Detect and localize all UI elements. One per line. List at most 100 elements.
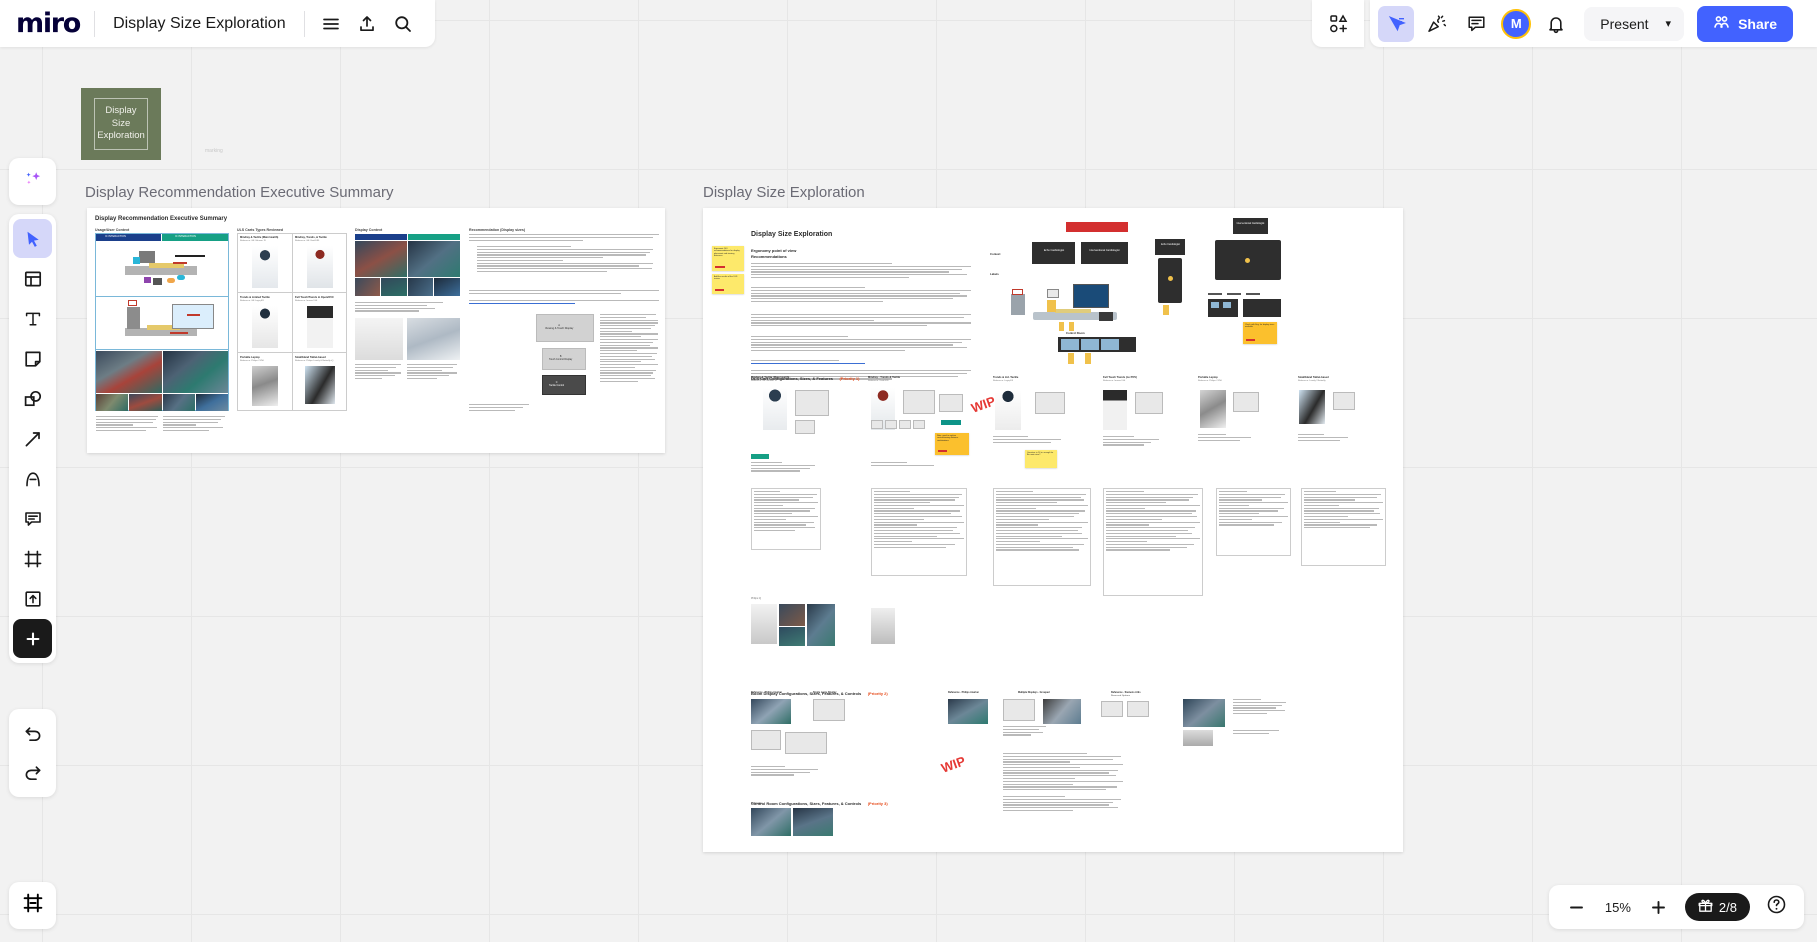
connector-tool[interactable] [13,419,52,458]
board-canvas[interactable]: Display Size Exploration marking Display… [0,0,1817,942]
ai-sparkles-button[interactable] [9,158,56,205]
gift-icon [1698,898,1713,916]
frame2-control-photo-1 [793,808,833,836]
frame-title-display-size-exploration[interactable]: Display Size Exploration [703,184,865,201]
frame2-role-label-interventional-2: Interventional Cardiologist [1236,222,1265,225]
more-apps-tool[interactable] [13,619,52,658]
frame2-cart-screen-5 [1333,392,1355,410]
frame2-cart-specs-5 [1298,434,1356,441]
frame1-dc-diagram-right [407,318,460,360]
frame2-cart-specs-0 [751,462,821,472]
comment-tool[interactable] [13,499,52,538]
frame2-sticky-uls-results[interactable]: Add the results of the ULS review [712,274,744,294]
pen-draw-tool[interactable] [13,459,52,498]
frame1-cart-label-0: Mindray & Tactile (Main Health) [240,236,279,239]
frame2-section-boom-priority: (Priority 2) [867,691,888,696]
frame1-photo-or-left [96,351,162,393]
frame1-heading: Display Recommendation Executive Summary [95,216,228,222]
frame2-cart-specs-2 [993,436,1065,443]
frames-panel-button[interactable] [9,882,56,929]
frame2-boom-ref-2: Recessed Options [1111,695,1131,697]
frame2-cart-photo-5 [1299,390,1325,424]
select-tool[interactable] [13,219,52,258]
upload-icon[interactable] [349,6,385,42]
frame1-photo-thumb-1 [96,394,128,411]
frame1-usage-caption-left [96,416,158,432]
actions-group: M Present ▾ Share [1370,0,1817,47]
frame2-rec-para-1 [751,263,971,279]
cursor-select-icon[interactable] [1378,5,1415,42]
credits-count: 2/8 [1718,899,1737,915]
board-title-card[interactable]: Display Size Exploration [81,88,161,160]
frame1-display-block-a-label: A Viewing & Touch Display [545,324,574,330]
frame1-rec-bullets-1 [477,246,657,273]
present-button[interactable]: Present ▾ [1584,6,1685,41]
people-icon [1713,14,1730,34]
zoom-in-button[interactable] [1641,889,1677,925]
frame1-photo-thumb-2 [129,394,162,411]
bell-icon[interactable] [1538,6,1574,42]
shapes-tool[interactable] [13,379,52,418]
frame1-cart-image-4 [252,366,278,406]
credits-pill[interactable]: 2/8 [1684,893,1750,921]
comment-icon[interactable] [1458,6,1494,42]
text-tool[interactable] [13,299,52,338]
frame2-summary-text-5 [1304,491,1383,529]
frame-tool[interactable] [13,539,52,578]
frame2-boom-specs-1 [1003,726,1051,736]
miro-logo[interactable]: miro [16,10,94,37]
share-button[interactable]: Share [1697,5,1793,42]
ai-sparkles-icon [22,168,44,195]
frame2-photo-cart-grid-4 [807,604,835,646]
frames-panel-icon [22,892,44,919]
frame1-dc-bullets [355,302,455,312]
hamburger-menu-icon[interactable] [313,6,349,42]
frame2-subheading-recommendations: Recommendations [751,254,787,259]
frame2-cart-photo-2 [995,390,1021,430]
frame2-role-label-echo-1: Echo Cardiologist [1043,249,1065,252]
redo-button[interactable] [13,753,52,792]
help-button[interactable] [1758,889,1794,925]
zoom-level[interactable]: 15% [1599,900,1637,915]
frame2-cart-specs-1 [871,462,941,466]
frame2-cart-label-1: Mindray - Trends & Tactile [868,376,901,379]
frame2-sticky-ergonomic-iso[interactable]: Ergonomic ISO recommendations for displa… [712,246,744,271]
frame2-section-control-priority: (Priority 3) [867,801,888,806]
frame2-boom-ref-0: Single Large Display [813,691,837,694]
undo-redo-group [9,709,56,797]
sticky-note-tool[interactable] [13,339,52,378]
frame-display-size-exploration[interactable]: Display Size Exploration Ergonomy point … [703,208,1403,852]
shapes-templates-icon[interactable] [1320,6,1356,42]
frame2-role-label-interventional-1: Interventional Cardiologist [1089,249,1120,252]
frame2-boom-label-1: Reference - Philips Azurion [948,691,979,694]
frame2-side-label-context: Context [990,252,1001,256]
frame1-rec-right-col [600,314,658,382]
frame2-cart-ref-2: Reference: Logiq E9 [993,380,1013,382]
frame1-cart-ref-1: Reference: GE Vivid E95 [295,240,320,242]
frame2-cart-ref-5: Reference: Lumify / Butterfly [1298,380,1326,382]
frame2-cart-photo-0 [763,388,787,430]
templates-tool[interactable] [13,259,52,298]
frame1-cart-ref-5: Reference: Philips Lumify & Butterfly iQ [295,360,334,362]
frame2-sticky-q-24in[interactable]: Question: is 24 in. enough for the main … [1025,450,1057,468]
party-popper-icon[interactable] [1418,6,1454,42]
frame2-sticky-display-sizes[interactable]: Check with Eng. for display sizes availa… [1243,322,1277,344]
present-label: Present [1600,15,1649,32]
frame2-cart-bar-4 [913,420,925,429]
frame-title-executive-summary[interactable]: Display Recommendation Executive Summary [85,184,393,201]
frame2-boom-summary-right [1003,753,1123,791]
chevron-down-icon[interactable]: ▾ [1659,17,1679,30]
frame2-sticky-q-24in-text: Question: is 24 in. enough for the main … [1027,452,1054,457]
undo-button[interactable] [13,714,52,753]
zoom-bar: 15% 2/8 [1548,885,1804,929]
frame-executive-summary[interactable]: Display Recommendation Executive Summary… [87,208,665,453]
upload-tool[interactable] [13,579,52,618]
board-title[interactable]: Display Size Exploration [95,15,304,33]
search-icon[interactable] [385,6,421,42]
avatar[interactable]: M [1498,6,1534,42]
zoom-out-button[interactable] [1559,889,1595,925]
frame2-boom-screen-2b [1127,701,1149,717]
divider [303,10,305,37]
frame2-boom-photo-4 [1183,730,1213,746]
frame2-sticky-control-note[interactable]: Note: need to explore control/viewing di… [935,433,969,455]
